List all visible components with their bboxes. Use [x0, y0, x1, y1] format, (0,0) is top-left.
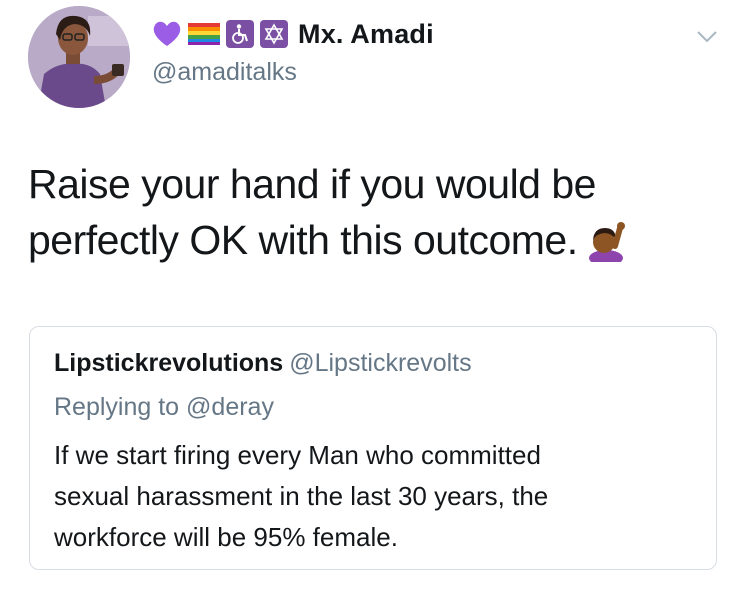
replying-to-label: Replying to — [54, 393, 180, 421]
person-raising-hand-icon — [586, 220, 626, 266]
author-handle[interactable]: @amaditalks — [152, 58, 297, 87]
quoted-text-line: sexual harassment in the last 30 years, … — [54, 481, 549, 511]
tweet-text-line: Raise your hand if you would be — [28, 161, 596, 207]
tweet-text-line: perfectly OK with this outcome. — [28, 212, 718, 268]
quoted-text-line: If we start firing every Man who committ… — [54, 440, 541, 470]
tweet-text: Raise your hand if you would be perfectl… — [28, 156, 718, 268]
chevron-down-icon[interactable] — [696, 30, 718, 44]
replying-to-handle: @deray — [186, 393, 274, 421]
quoted-tweet-header: Lipstickrevolutions @Lipstickrevolts — [54, 349, 472, 378]
star-of-david-icon — [260, 20, 288, 48]
purple-heart-icon — [152, 20, 182, 48]
quoted-handle: @Lipstickrevolts — [289, 349, 472, 377]
quoted-tweet[interactable]: Lipstickrevolutions @Lipstickrevolts Repl… — [29, 326, 717, 570]
quoted-display-name: Lipstickrevolutions — [54, 349, 284, 377]
avatar[interactable] — [28, 6, 130, 108]
tweet-card: Mx. Amadi @amaditalks Raise your hand if… — [0, 0, 736, 596]
wheelchair-icon — [226, 20, 254, 48]
author-name-row: Mx. Amadi — [152, 16, 434, 52]
replying-to: Replying to @deray — [54, 393, 274, 422]
quoted-tweet-text: If we start firing every Man who committ… — [54, 435, 694, 558]
rainbow-flag-icon — [188, 23, 220, 45]
tweet-text-line-content: perfectly OK with this outcome. — [28, 217, 578, 263]
author-display-name[interactable]: Mx. Amadi — [298, 19, 434, 50]
quoted-text-line: workforce will be 95% female. — [54, 522, 398, 552]
